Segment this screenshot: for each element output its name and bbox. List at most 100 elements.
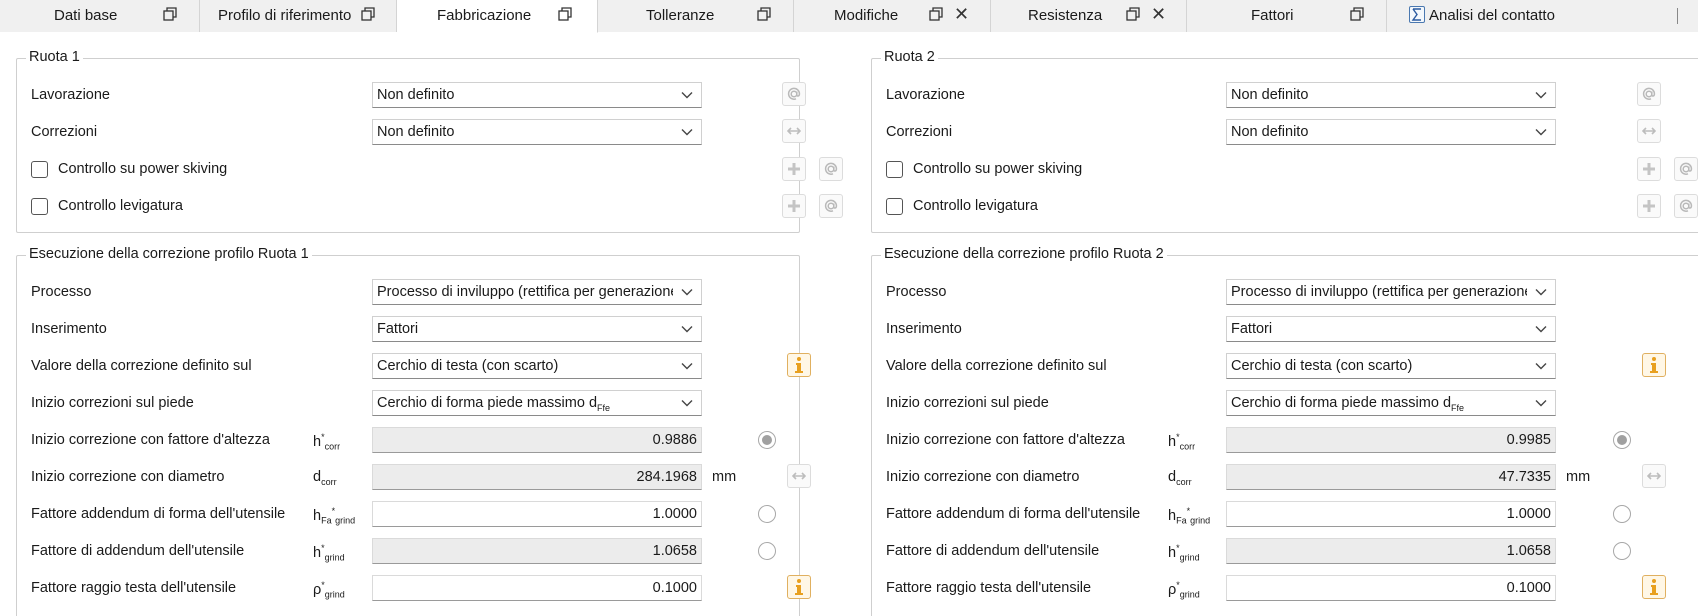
window-restore-icon[interactable]: [163, 7, 177, 21]
inizio-piede-label: Inizio correzioni sul piede: [31, 395, 194, 411]
tab-overflow-divider: [1677, 8, 1678, 24]
at-sign-button[interactable]: [819, 157, 843, 181]
correzioni-label: Correzioni: [31, 124, 98, 140]
at-sign-button[interactable]: [1637, 82, 1661, 106]
processo-select[interactable]: Processo di inviluppo (rettifica per gen…: [372, 279, 702, 305]
dcorr-symbol: dcorr: [313, 469, 337, 487]
info-icon: [1650, 357, 1658, 373]
chevron-down-icon: [681, 289, 693, 296]
tab-label: Analisi del contatto: [1429, 7, 1555, 24]
inserimento-select[interactable]: Fattori: [372, 316, 702, 342]
swap-arrows-button[interactable]: [787, 464, 811, 488]
correzioni-label: Correzioni: [886, 124, 953, 140]
power-skiving-checkbox[interactable]: [886, 161, 903, 178]
valore-correzione-select[interactable]: Cerchio di testa (con scarto): [372, 353, 702, 379]
inizio-piede-select[interactable]: Cerchio di forma piede massimo dFfe: [1226, 390, 1556, 416]
chevron-down-icon: [1535, 129, 1547, 136]
chevron-down-icon: [1535, 289, 1547, 296]
close-icon[interactable]: ✕: [954, 5, 969, 23]
dcorr-field[interactable]: 47.7335: [1226, 464, 1556, 490]
dcorr-value: 284.1968: [636, 469, 697, 485]
inserimento-label: Inserimento: [31, 321, 107, 337]
processo-label: Processo: [31, 284, 92, 300]
lavorazione-label: Lavorazione: [31, 87, 110, 103]
hgrind-radio[interactable]: [1613, 542, 1631, 560]
hfa-field[interactable]: 1.0000: [372, 501, 702, 527]
inizio-piede-select[interactable]: Cerchio di forma piede massimo dFfe: [372, 390, 702, 416]
lavorazione-select[interactable]: Non definito: [1226, 82, 1556, 108]
tab-label: Fattori: [1251, 7, 1294, 24]
group-title: Esecuzione della correzione profilo Ruot…: [26, 246, 312, 262]
hfa-radio[interactable]: [1613, 505, 1631, 523]
valore-correzione-label: Valore della correzione definito sul: [886, 358, 1107, 374]
at-sign-button[interactable]: [1674, 194, 1698, 218]
swap-arrows-icon: [1641, 127, 1657, 135]
info-icon: [1650, 579, 1658, 595]
window-restore-icon[interactable]: [558, 7, 572, 21]
levigatura-checkbox[interactable]: [886, 198, 903, 215]
add-button[interactable]: [1637, 157, 1661, 181]
dcorr-symbol: dcorr: [1168, 469, 1192, 487]
swap-arrows-button[interactable]: [782, 119, 806, 143]
chevron-down-icon: [681, 129, 693, 136]
window-restore-icon[interactable]: [757, 7, 771, 21]
correzioni-select[interactable]: Non definito: [372, 119, 702, 145]
swap-arrows-button[interactable]: [1637, 119, 1661, 143]
correzioni-select[interactable]: Non definito: [1226, 119, 1556, 145]
rho-field[interactable]: 0.1000: [372, 575, 702, 601]
hgrind-radio[interactable]: [758, 542, 776, 560]
window-restore-icon[interactable]: [929, 7, 943, 21]
info-button[interactable]: [787, 353, 811, 377]
tab-fattori[interactable]: Fattori: [1187, 0, 1387, 32]
at-sign-button[interactable]: [1674, 157, 1698, 181]
hfa-radio[interactable]: [758, 505, 776, 523]
tab-analisi-del-contatto[interactable]: Analisi del contatto: [1387, 0, 1698, 32]
chevron-down-icon: [681, 92, 693, 99]
tab-profilo-di-riferimento[interactable]: Profilo di riferimento: [200, 0, 397, 32]
lavorazione-select[interactable]: Non definito: [372, 82, 702, 108]
add-button[interactable]: [782, 157, 806, 181]
swap-arrows-icon: [1646, 472, 1662, 480]
dcorr-field[interactable]: 284.1968: [372, 464, 702, 490]
hcorr-field[interactable]: 0.9886: [372, 427, 702, 453]
chevron-down-icon: [1535, 363, 1547, 370]
inserimento-select[interactable]: Fattori: [1226, 316, 1556, 342]
hcorr-radio[interactable]: [758, 431, 776, 449]
processo-select[interactable]: Processo di inviluppo (rettifica per gen…: [1226, 279, 1556, 305]
close-icon[interactable]: ✕: [1151, 5, 1166, 23]
hgrind-symbol: h*grind: [313, 543, 345, 563]
hfa-label: Fattore addendum di forma dell'utensile: [31, 506, 286, 522]
window-restore-icon[interactable]: [1126, 7, 1140, 21]
hfa-field[interactable]: 1.0000: [1226, 501, 1556, 527]
tab-tolleranze[interactable]: Tolleranze: [598, 0, 794, 32]
info-button[interactable]: [787, 575, 811, 599]
lavorazione-label: Lavorazione: [886, 87, 965, 103]
window-restore-icon[interactable]: [1350, 7, 1364, 21]
rho-value: 0.1000: [1506, 580, 1551, 596]
dcorr-unit: mm: [712, 469, 737, 485]
tab-modifiche[interactable]: Modifiche ✕: [794, 0, 991, 32]
tab-label: Tolleranze: [646, 7, 715, 24]
levigatura-checkbox[interactable]: [31, 198, 48, 215]
hgrind-field[interactable]: 1.0658: [372, 538, 702, 564]
power-skiving-checkbox[interactable]: [31, 161, 48, 178]
tab-dati-base[interactable]: Dati base: [0, 0, 200, 32]
tab-fabbricazione[interactable]: Fabbricazione: [397, 0, 598, 33]
at-sign-button[interactable]: [782, 82, 806, 106]
hgrind-field[interactable]: 1.0658: [1226, 538, 1556, 564]
window-restore-icon[interactable]: [361, 7, 375, 21]
tab-resistenza[interactable]: Resistenza ✕: [991, 0, 1187, 32]
info-button[interactable]: [1642, 575, 1666, 599]
valore-correzione-select[interactable]: Cerchio di testa (con scarto): [1226, 353, 1556, 379]
rho-symbol: ρ*grind: [313, 580, 345, 600]
at-sign-button[interactable]: [819, 194, 843, 218]
plus-icon: [1643, 200, 1655, 212]
add-button[interactable]: [782, 194, 806, 218]
info-button[interactable]: [1642, 353, 1666, 377]
hcorr-radio[interactable]: [1613, 431, 1631, 449]
swap-arrows-icon: [786, 127, 802, 135]
rho-field[interactable]: 0.1000: [1226, 575, 1556, 601]
hcorr-field[interactable]: 0.9985: [1226, 427, 1556, 453]
swap-arrows-button[interactable]: [1642, 464, 1666, 488]
add-button[interactable]: [1637, 194, 1661, 218]
